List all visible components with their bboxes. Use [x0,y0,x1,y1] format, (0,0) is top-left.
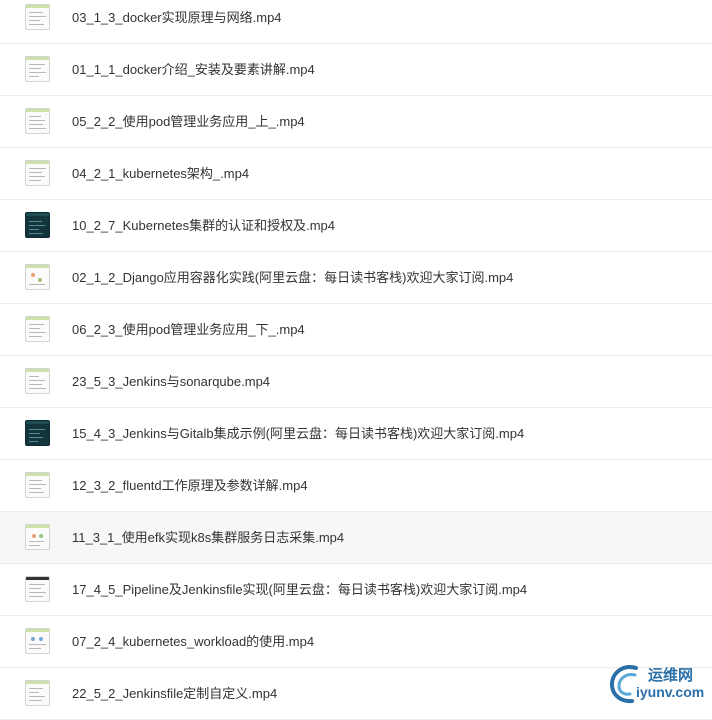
file-name: 04_2_1_kubernetes架构_.mp4 [72,166,250,181]
file-name: 15_4_3_Jenkins与Gitalb集成示例(阿里云盘：每日读书客栈)欢迎… [72,426,525,441]
file-row[interactable]: 01_1_1_docker介绍_安装及要素讲解.mp4 [0,44,712,96]
file-name: 01_1_1_docker介绍_安装及要素讲解.mp4 [72,62,315,77]
video-thumbnail-icon [25,56,50,82]
file-list: 03_1_3_docker实现原理与网络.mp4 01_1_1_docker介绍… [0,0,712,720]
file-row-highlighted[interactable]: 11_3_1_使用efk实现k8s集群服务日志采集.mp4 [0,512,712,564]
file-name: 12_3_2_fluentd工作原理及参数详解.mp4 [72,478,308,493]
video-thumbnail-icon [25,160,50,186]
video-thumbnail-icon [25,264,50,290]
file-row[interactable]: 12_3_2_fluentd工作原理及参数详解.mp4 [0,460,712,512]
file-row[interactable]: 03_1_3_docker实现原理与网络.mp4 [0,0,712,44]
video-thumbnail-icon [25,368,50,394]
file-row[interactable]: 10_2_7_Kubernetes集群的认证和授权及.mp4 [0,200,712,252]
video-thumbnail-icon [25,628,50,654]
video-thumbnail-icon [25,576,50,602]
file-name: 02_1_2_Django应用容器化实践(阿里云盘：每日读书客栈)欢迎大家订阅.… [72,270,514,285]
file-name: 05_2_2_使用pod管理业务应用_上_.mp4 [72,114,305,129]
watermark-logo: 运维网 iyunv.com [606,658,712,708]
video-thumbnail-icon [25,420,50,446]
video-thumbnail-icon [25,212,50,238]
video-thumbnail-icon [25,524,50,550]
video-thumbnail-icon [25,316,50,342]
file-name: 03_1_3_docker实现原理与网络.mp4 [72,10,282,25]
video-thumbnail-icon [25,680,50,706]
file-row[interactable]: 17_4_5_Pipeline及Jenkinsfile实现(阿里云盘：每日读书客… [0,564,712,616]
file-row[interactable]: 15_4_3_Jenkins与Gitalb集成示例(阿里云盘：每日读书客栈)欢迎… [0,408,712,460]
file-row[interactable]: 05_2_2_使用pod管理业务应用_上_.mp4 [0,96,712,148]
watermark-cn: 运维网 [648,667,694,684]
video-thumbnail-icon [25,472,50,498]
watermark-en: iyunv.com [636,684,705,700]
file-name: 22_5_2_Jenkinsfile定制自定义.mp4 [72,686,278,701]
file-name: 06_2_3_使用pod管理业务应用_下_.mp4 [72,322,305,337]
video-thumbnail-icon [25,4,50,30]
file-row[interactable]: 02_1_2_Django应用容器化实践(阿里云盘：每日读书客栈)欢迎大家订阅.… [0,252,712,304]
file-row[interactable]: 06_2_3_使用pod管理业务应用_下_.mp4 [0,304,712,356]
file-name: 23_5_3_Jenkins与sonarqube.mp4 [72,374,271,389]
file-name: 10_2_7_Kubernetes集群的认证和授权及.mp4 [72,218,336,233]
video-thumbnail-icon [25,108,50,134]
file-name: 07_2_4_kubernetes_workload的使用.mp4 [72,634,315,649]
file-name: 11_3_1_使用efk实现k8s集群服务日志采集.mp4 [72,530,345,545]
file-row[interactable]: 23_5_3_Jenkins与sonarqube.mp4 [0,356,712,408]
file-row[interactable]: 04_2_1_kubernetes架构_.mp4 [0,148,712,200]
file-name: 17_4_5_Pipeline及Jenkinsfile实现(阿里云盘：每日读书客… [72,582,528,597]
